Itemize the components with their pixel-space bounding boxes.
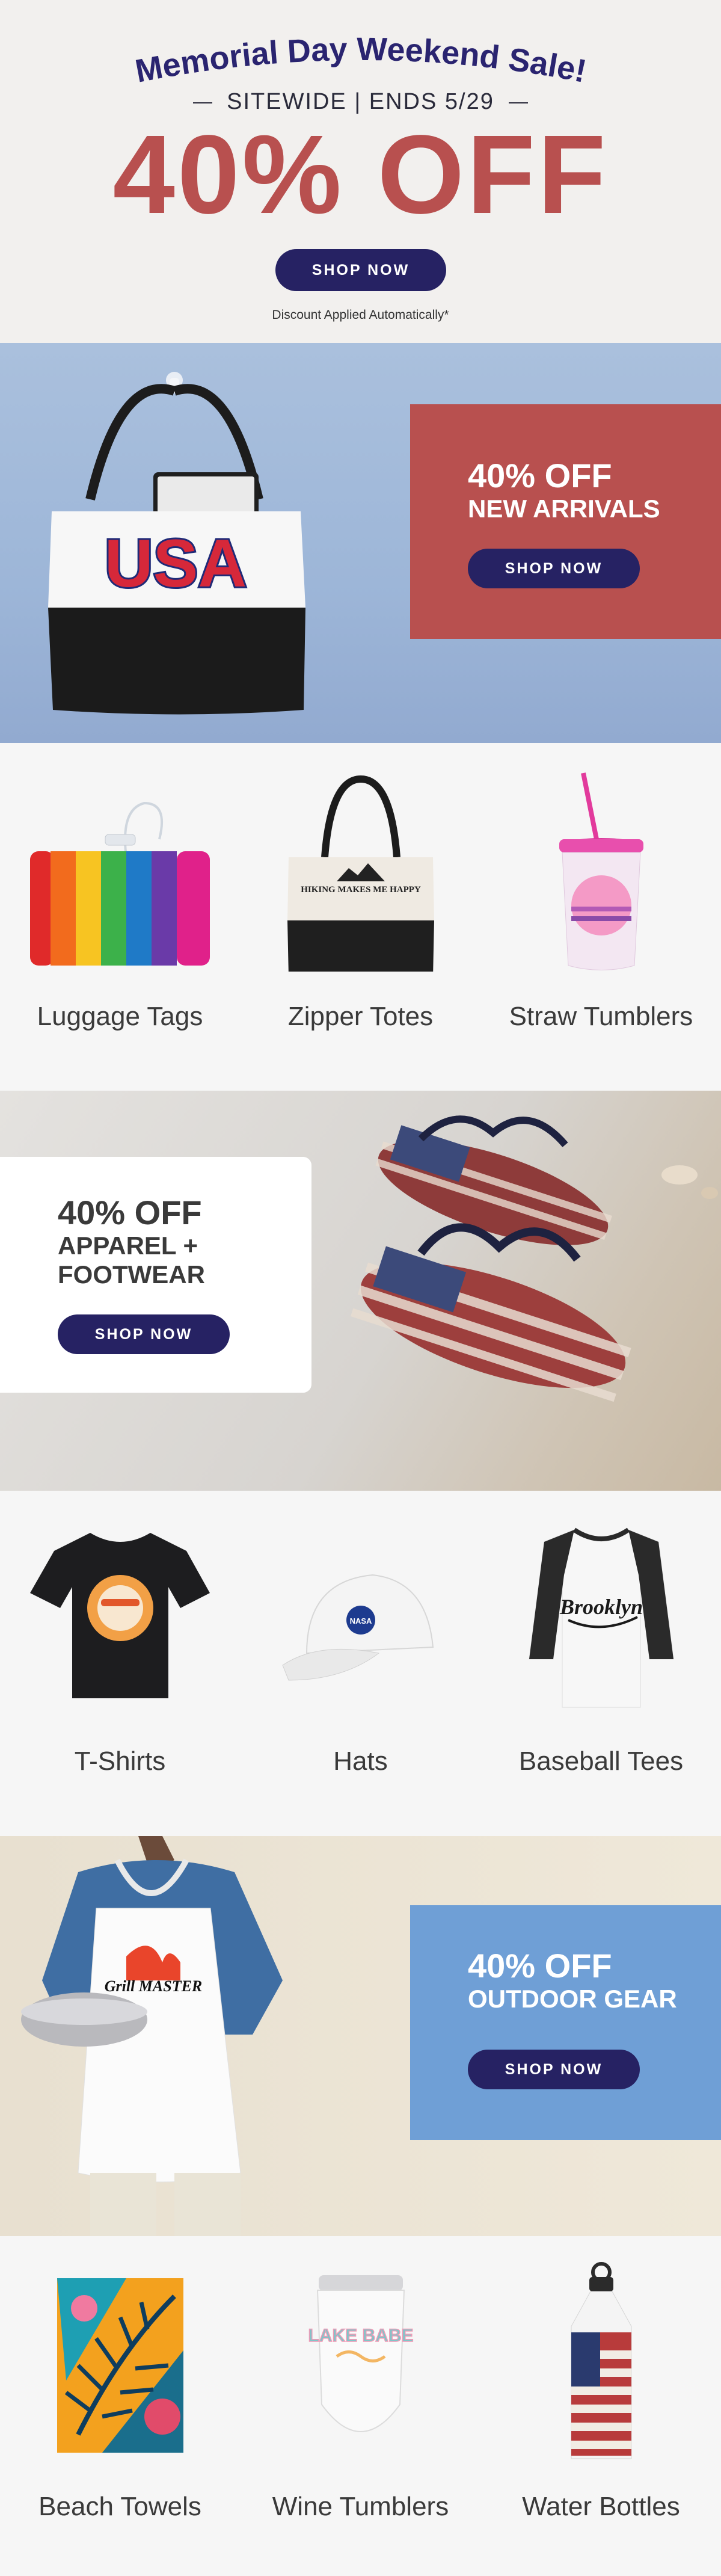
product-label[interactable]: Wine Tumblers	[241, 2492, 480, 2522]
promo-discount: 40% OFF	[58, 1194, 202, 1231]
straw-tumbler-icon	[559, 772, 643, 970]
product-baseball-tees[interactable]: Brooklyn Baseball Tees	[481, 1491, 721, 1836]
raglan-tee-icon: Brooklyn	[529, 1527, 674, 1708]
usa-tote-image: USA	[48, 372, 305, 715]
promo-discount: 40% OFF	[468, 1947, 612, 1985]
product-water-bottles[interactable]: Water Bottles	[481, 2236, 721, 2576]
tshirt-icon	[30, 1533, 210, 1698]
product-label[interactable]: Beach Towels	[0, 2492, 240, 2522]
hero-subline: SITEWIDE | ENDS 5/29	[0, 89, 721, 115]
usa-print-text: USA	[105, 526, 247, 601]
product-label[interactable]: Luggage Tags	[0, 1002, 240, 1032]
product-zipper-totes[interactable]: HIKING MAKES ME HAPPY Zipper Totes	[241, 743, 480, 1091]
product-label[interactable]: Water Bottles	[481, 2492, 721, 2522]
email-page: Memorial Day Weekend Sale! SITEWIDE | EN…	[0, 0, 721, 2576]
apparel-footwear-shop-now-button[interactable]: SHOP NOW	[58, 1314, 230, 1354]
promo-category: APPAREL +	[58, 1231, 198, 1260]
product-label[interactable]: Zipper Totes	[241, 1002, 480, 1032]
new-arrivals-promo-box: 40% OFF NEW ARRIVALS SHOP NOW	[410, 404, 721, 639]
promo-category: FOOTWEAR	[58, 1260, 205, 1289]
svg-text:Memorial Day Weekend Sale!: Memorial Day Weekend Sale!	[132, 31, 589, 90]
product-hats[interactable]: NASA Hats	[241, 1491, 480, 1836]
promo-category: OUTDOOR GEAR	[468, 1984, 677, 2013]
outdoor-gear-promo-box: 40% OFF OUTDOOR GEAR SHOP NOW	[410, 1905, 721, 2140]
tote-bag-icon: HIKING MAKES ME HAPPY	[287, 775, 434, 972]
outdoor-gear-shop-now-button[interactable]: SHOP NOW	[468, 2050, 640, 2089]
product-luggage-tags[interactable]: Luggage Tags	[0, 743, 240, 1091]
hero-shop-now-button[interactable]: SHOP NOW	[275, 249, 446, 291]
product-label[interactable]: Baseball Tees	[481, 1746, 721, 1776]
new-arrivals-banner[interactable]: USA 40% OFF NEW ARRIVALS SHOP NOW	[0, 343, 721, 743]
promo-category: NEW ARRIVALS	[468, 494, 660, 523]
new-arrivals-shop-now-button[interactable]: SHOP NOW	[468, 549, 640, 588]
tropical-towel-icon	[57, 2278, 183, 2453]
product-t-shirts[interactable]: T-Shirts	[0, 1491, 240, 1836]
product-row-1: Luggage Tags HIKING MAKES ME HAPPY Zippe…	[0, 743, 721, 1091]
lake-babe-print-text: LAKE BABE	[308, 2326, 413, 2346]
product-row-3: Beach Towels LAKE BABE Wine Tumblers Wat…	[0, 2236, 721, 2576]
divider	[193, 102, 213, 103]
rainbow-luggage-tag-icon	[30, 801, 210, 966]
nasa-logo-text: NASA	[350, 1616, 372, 1625]
outdoor-gear-banner[interactable]: Grill MASTER 40% OFF OUTDOOR GEAR SHOP N…	[0, 1836, 721, 2236]
hero-headline-text: Memorial Day Weekend Sale!	[132, 31, 589, 90]
product-row-2: T-Shirts NASA Hats Brooklyn Baseball Tee…	[0, 1491, 721, 1836]
hero-discount-note: Discount Applied Automatically*	[272, 308, 449, 322]
divider	[508, 102, 528, 103]
promo-discount: 40% OFF	[468, 457, 612, 495]
apron-print-text: Grill MASTER	[105, 1977, 203, 1995]
wine-tumbler-icon: LAKE BABE	[308, 2275, 414, 2432]
hero-subline-text: SITEWIDE | ENDS 5/29	[227, 89, 494, 114]
brooklyn-print-text: Brooklyn	[559, 1595, 643, 1619]
grill-master-apron-image: Grill MASTER	[21, 1836, 283, 2236]
cap-icon: NASA	[282, 1574, 434, 1681]
product-label[interactable]: Straw Tumblers	[481, 1002, 721, 1032]
hero-discount: 40% OFF	[112, 112, 609, 237]
product-straw-tumblers[interactable]: Straw Tumblers	[481, 743, 721, 1091]
product-beach-towels[interactable]: Beach Towels	[0, 2236, 240, 2576]
apparel-footwear-banner[interactable]: 40% OFF APPAREL + FOOTWEAR SHOP NOW	[0, 1091, 721, 1491]
apparel-footwear-promo-box: 40% OFF APPAREL + FOOTWEAR SHOP NOW	[0, 1157, 311, 1393]
flag-water-bottle-icon	[571, 2262, 632, 2459]
product-label[interactable]: Hats	[241, 1746, 480, 1776]
product-wine-tumblers[interactable]: LAKE BABE Wine Tumblers	[241, 2236, 480, 2576]
tote-print-text: HIKING MAKES ME HAPPY	[301, 885, 421, 895]
product-label[interactable]: T-Shirts	[0, 1746, 240, 1776]
hero-section: Memorial Day Weekend Sale! SITEWIDE | EN…	[0, 0, 721, 343]
